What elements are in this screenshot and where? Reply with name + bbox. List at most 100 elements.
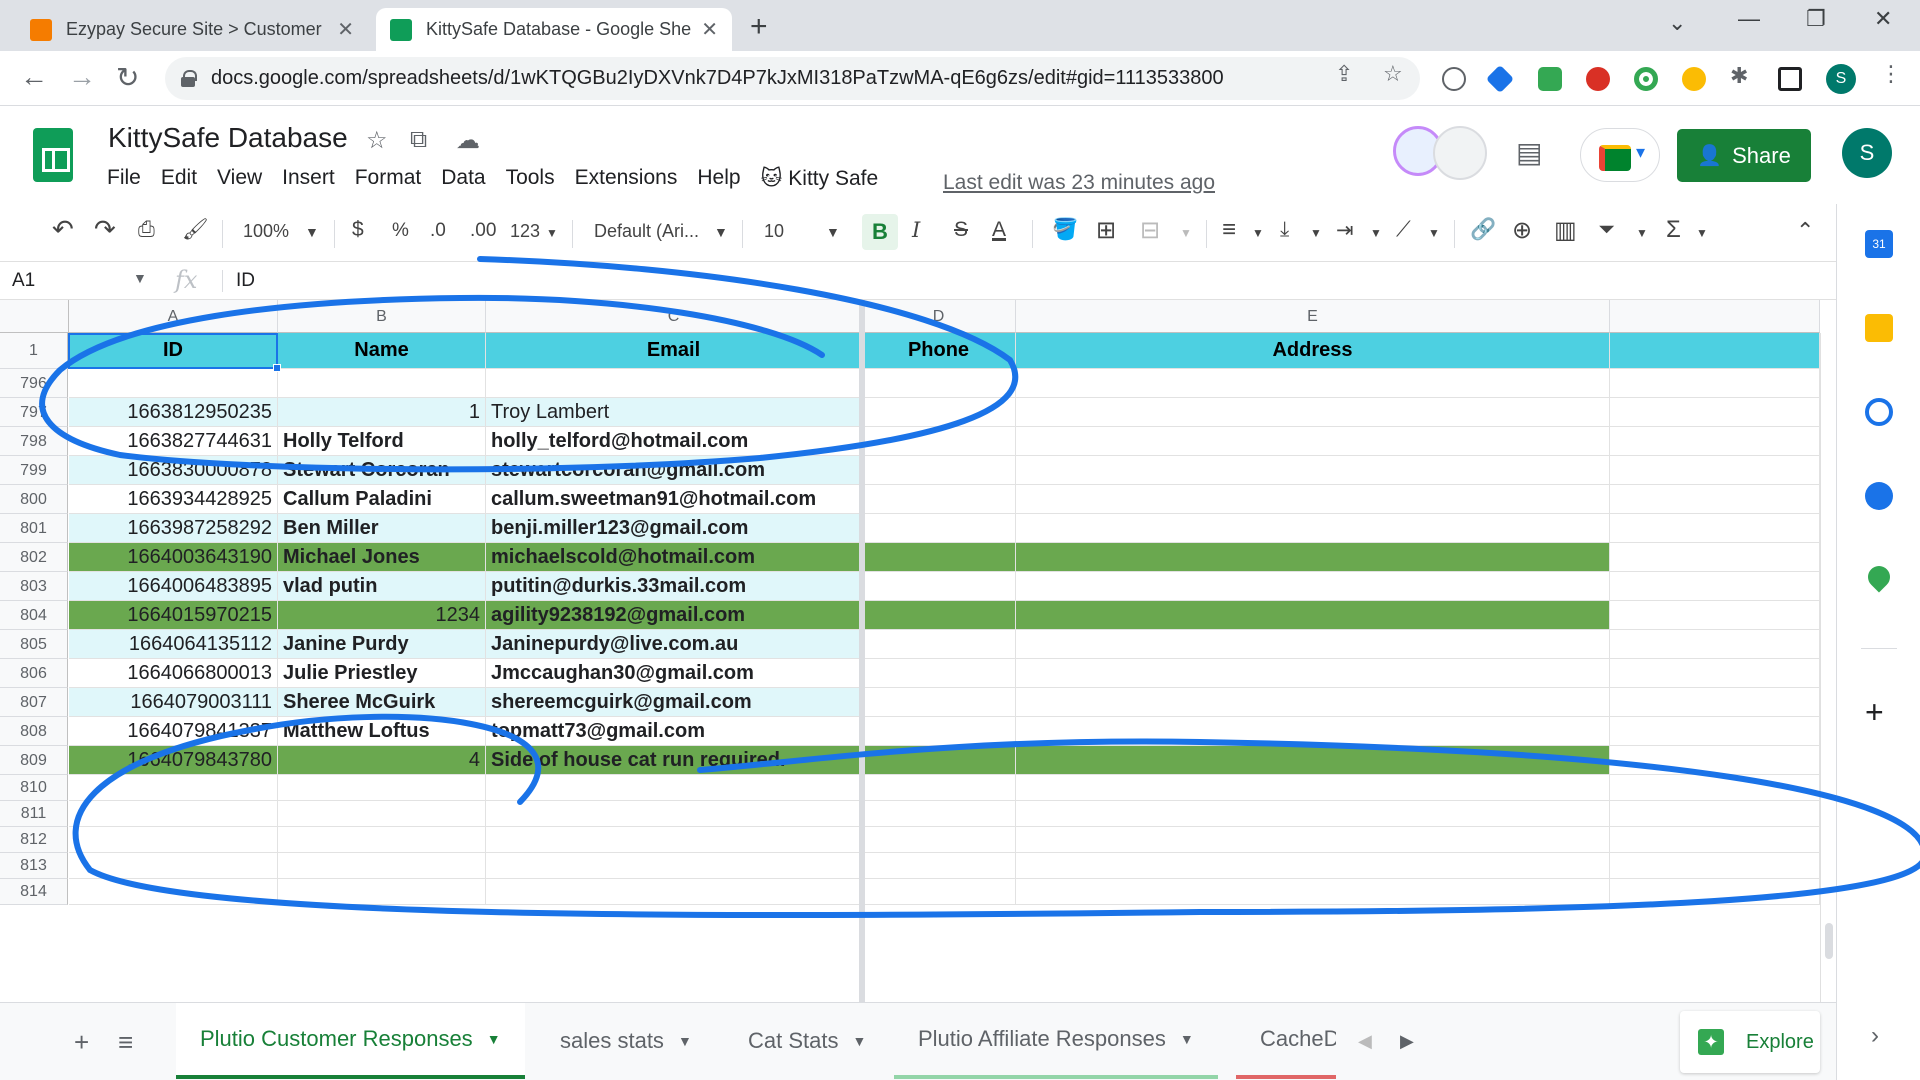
- merge-cells-icon[interactable]: ⊟: [1140, 216, 1160, 245]
- show-side-panel-icon[interactable]: ›: [1871, 1022, 1879, 1050]
- share-page-icon[interactable]: ⇪: [1335, 61, 1353, 87]
- cell-id[interactable]: 1663987258292: [69, 514, 278, 543]
- cell[interactable]: [1610, 543, 1820, 572]
- extension-icon[interactable]: [1485, 64, 1515, 94]
- cell-name[interactable]: Janine Purdy: [278, 630, 486, 659]
- browser-tab-ezypay[interactable]: Ezypay Secure Site > Customer ✕: [16, 8, 368, 51]
- chevron-down-icon[interactable]: ▼: [678, 1033, 692, 1049]
- select-all-corner[interactable]: [0, 300, 69, 333]
- cell[interactable]: [862, 398, 1016, 427]
- scrollbar-thumb[interactable]: [1825, 923, 1833, 959]
- cell-email[interactable]: shereemcguirk@gmail.com: [486, 688, 862, 717]
- cell[interactable]: [862, 801, 1016, 827]
- cell[interactable]: [1016, 717, 1610, 746]
- all-sheets-icon[interactable]: ≡: [118, 1027, 133, 1058]
- cell[interactable]: [1610, 801, 1820, 827]
- row-header[interactable]: 805: [0, 630, 68, 659]
- chevron-down-icon[interactable]: ▼: [826, 224, 840, 240]
- row-header[interactable]: 800: [0, 485, 68, 514]
- sheet-tab-sales-stats[interactable]: sales stats ▼: [536, 1003, 716, 1079]
- menu-tools[interactable]: Tools: [506, 166, 555, 191]
- cell-id[interactable]: [69, 801, 278, 827]
- header-cell-email[interactable]: Email: [486, 333, 862, 369]
- cell-name[interactable]: [278, 853, 486, 879]
- cell-id[interactable]: 1663812950235: [69, 398, 278, 427]
- print-icon[interactable]: ⎙: [138, 218, 155, 242]
- row-header[interactable]: 802: [0, 543, 68, 572]
- row-header[interactable]: 808: [0, 717, 68, 746]
- cell-email[interactable]: [486, 775, 862, 801]
- cell-name[interactable]: Julie Priestley: [278, 659, 486, 688]
- cell-id[interactable]: [69, 853, 278, 879]
- cell[interactable]: [1610, 717, 1820, 746]
- cell[interactable]: [1610, 601, 1820, 630]
- collapse-menus-icon[interactable]: ⌃: [1796, 218, 1814, 244]
- comments-icon[interactable]: ▤: [1516, 136, 1542, 169]
- cell[interactable]: [1016, 775, 1610, 801]
- cell-id[interactable]: 1663934428925: [69, 485, 278, 514]
- cell-name[interactable]: 4: [278, 746, 486, 775]
- add-sheet-icon[interactable]: +: [74, 1027, 89, 1058]
- cell[interactable]: [1016, 543, 1610, 572]
- browser-menu-icon[interactable]: ⋮: [1880, 61, 1902, 87]
- profile-avatar[interactable]: S: [1826, 64, 1856, 94]
- chevron-down-icon[interactable]: ▼: [852, 1033, 866, 1049]
- insert-comment-icon[interactable]: ⊕: [1512, 216, 1532, 245]
- cell-email[interactable]: stewartcorcoran@gmail.com: [486, 456, 862, 485]
- cell-name[interactable]: 1: [278, 398, 486, 427]
- back-icon[interactable]: ←: [20, 61, 48, 93]
- menu-file[interactable]: File: [107, 166, 141, 191]
- cell-id[interactable]: 1664079841337: [69, 717, 278, 746]
- cell-id[interactable]: [69, 879, 278, 905]
- cell[interactable]: [862, 630, 1016, 659]
- zoom-select[interactable]: 100%: [243, 221, 289, 242]
- cell-id[interactable]: 1663830000878: [69, 456, 278, 485]
- bold-button[interactable]: B: [862, 214, 898, 250]
- percent-format-button[interactable]: %: [392, 220, 409, 242]
- cell-id[interactable]: 1664066800013: [69, 659, 278, 688]
- chevron-down-icon[interactable]: ▼: [714, 224, 728, 240]
- row-header[interactable]: 810: [0, 775, 68, 801]
- extension-icon[interactable]: [1634, 67, 1658, 91]
- cell-id[interactable]: [69, 775, 278, 801]
- cell[interactable]: [862, 717, 1016, 746]
- extension-icon[interactable]: [1682, 67, 1706, 91]
- cell-name[interactable]: Michael Jones: [278, 543, 486, 572]
- cell-name[interactable]: [278, 879, 486, 905]
- row-header[interactable]: 806: [0, 659, 68, 688]
- cell-name[interactable]: 1234: [278, 601, 486, 630]
- insert-link-icon[interactable]: 🔗: [1470, 218, 1496, 242]
- borders-icon[interactable]: ⊞: [1096, 216, 1116, 245]
- extension-icon[interactable]: [1586, 67, 1610, 91]
- column-header-c[interactable]: C: [486, 300, 862, 333]
- menu-insert[interactable]: Insert: [282, 166, 335, 191]
- row-header[interactable]: 797: [0, 398, 68, 427]
- italic-button[interactable]: I: [912, 218, 920, 242]
- fill-handle[interactable]: [273, 364, 281, 372]
- cell-email[interactable]: putitin@durkis.33mail.com: [486, 572, 862, 601]
- more-formats-button[interactable]: 123: [510, 221, 540, 242]
- cell-email[interactable]: [486, 853, 862, 879]
- browser-tab-kittysafe[interactable]: KittySafe Database - Google Shee ✕: [376, 8, 732, 51]
- cell-email[interactable]: topmatt73@gmail.com: [486, 717, 862, 746]
- cell-email[interactable]: [486, 369, 862, 398]
- extension-icon[interactable]: [1538, 67, 1562, 91]
- cell[interactable]: [1016, 514, 1610, 543]
- get-addons-icon[interactable]: +: [1865, 694, 1884, 731]
- cloud-status-icon[interactable]: ☁: [456, 126, 480, 155]
- cell-email[interactable]: [486, 879, 862, 905]
- tab-search-icon[interactable]: ⌄: [1668, 10, 1686, 36]
- cell[interactable]: [862, 369, 1016, 398]
- cell[interactable]: [1610, 853, 1820, 879]
- cell-name[interactable]: [278, 801, 486, 827]
- cell-email[interactable]: agility9238192@gmail.com: [486, 601, 862, 630]
- share-button[interactable]: 👤 Share: [1677, 129, 1811, 182]
- menu-kitty-safe[interactable]: 🐱 Kitty Safe: [761, 166, 879, 191]
- functions-button[interactable]: Σ: [1666, 216, 1681, 244]
- increase-decimal-button[interactable]: .00: [470, 220, 496, 242]
- chevron-down-icon[interactable]: ▼: [1252, 226, 1264, 240]
- cell[interactable]: [862, 853, 1016, 879]
- chevron-down-icon[interactable]: ▼: [1310, 226, 1322, 240]
- cell[interactable]: [862, 775, 1016, 801]
- cell-email[interactable]: michaelscold@hotmail.com: [486, 543, 862, 572]
